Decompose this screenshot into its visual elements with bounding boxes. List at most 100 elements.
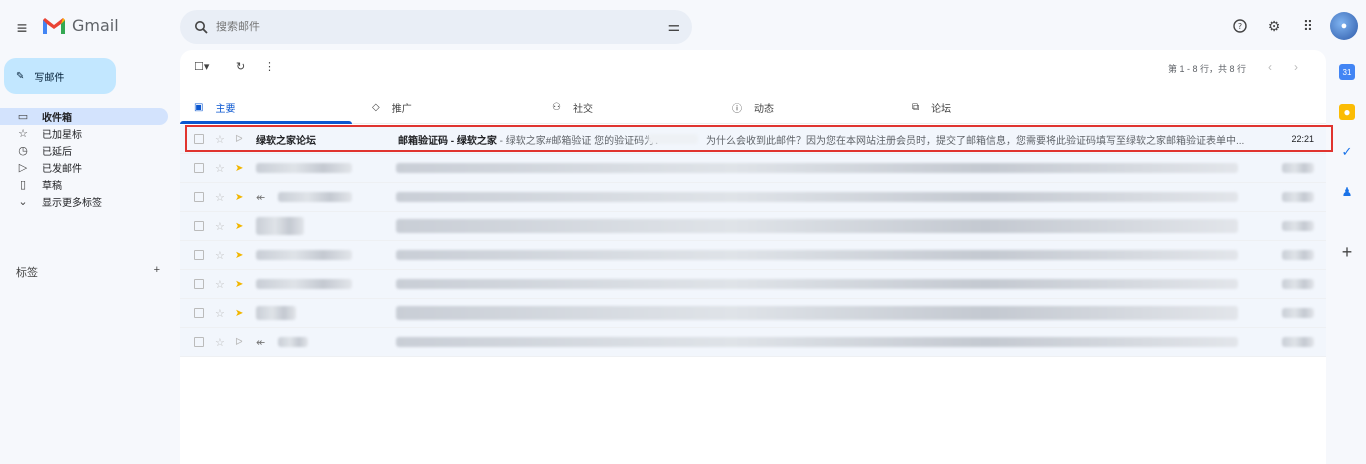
row-checkbox[interactable] <box>194 192 204 202</box>
email-time: 22:21 <box>1291 134 1314 144</box>
search-input[interactable] <box>216 21 646 33</box>
row-checkbox[interactable] <box>194 250 204 260</box>
importance-marker-icon[interactable]: ➤ <box>235 279 243 290</box>
prev-page-icon[interactable]: ‹ <box>1268 60 1272 74</box>
keep-icon[interactable]: ● <box>1339 104 1355 120</box>
tab-label: 动态 <box>754 103 774 115</box>
redacted-sender <box>256 279 352 289</box>
email-row[interactable]: ☆ ➤ <box>180 154 1326 183</box>
star-icon[interactable]: ☆ <box>215 278 225 291</box>
account-avatar[interactable]: ● <box>1330 12 1358 40</box>
row-checkbox[interactable] <box>194 308 204 318</box>
star-icon[interactable]: ☆ <box>215 307 225 320</box>
settings-gear-icon[interactable]: ⚙ <box>1262 14 1286 38</box>
email-subject: 邮箱验证码 - 绿软之家 <box>398 135 497 147</box>
row-checkbox[interactable] <box>194 279 204 289</box>
star-icon[interactable]: ☆ <box>215 220 225 233</box>
redacted-time <box>1282 279 1314 289</box>
star-icon[interactable]: ☆ <box>215 191 225 204</box>
chevron-down-icon: ⌄ <box>18 196 28 208</box>
email-row[interactable]: ☆ ➤ ↞ <box>180 183 1326 212</box>
row-checkbox[interactable] <box>194 134 204 144</box>
redacted-sender <box>256 250 352 260</box>
draft-icon: ▯ <box>19 179 27 191</box>
nav-item-sent[interactable]: ▷ 已发邮件 <box>0 159 168 176</box>
tab-label: 主要 <box>215 103 236 115</box>
tab-label: 社交 <box>572 103 593 115</box>
email-row[interactable]: ☆ ᐅ ↞ <box>180 328 1326 357</box>
pagination-text: 第 1 - 8 行，共 8 行 <box>1167 64 1246 74</box>
nav-item-inbox[interactable]: ▭ 收件箱 <box>0 108 168 125</box>
add-label-icon[interactable]: + <box>154 264 160 280</box>
nav-item-label: 已发邮件 <box>42 164 82 175</box>
main-menu-icon[interactable]: ≡ <box>12 18 32 38</box>
email-row[interactable]: ☆ ➤ <box>180 270 1326 299</box>
importance-marker-icon[interactable]: ➤ <box>235 250 243 261</box>
people-icon: ⚇ <box>552 101 561 113</box>
tab-updates[interactable]: ⓘ 动态 <box>732 90 774 124</box>
star-icon[interactable]: ☆ <box>215 162 225 175</box>
email-subject-line: 邮箱验证码 - 绿软之家 - 绿软之家#邮箱验证 您的验证码为： <box>398 132 664 147</box>
tab-primary[interactable]: ▣ 主要 <box>180 90 366 124</box>
labels-title: 标签 <box>16 267 38 279</box>
search-icon[interactable] <box>192 18 210 36</box>
forum-icon: ⧉ <box>912 101 920 113</box>
email-snippet-a: - 绿软之家#邮箱验证 您的验证码为： <box>496 135 665 147</box>
redacted-sender <box>278 192 352 202</box>
more-options-icon[interactable]: ⋮ <box>264 60 275 73</box>
importance-marker-icon[interactable]: ᐅ <box>235 134 243 145</box>
gmail-logo[interactable]: Gmail <box>42 16 119 35</box>
nav-item-label: 已延后 <box>42 147 72 158</box>
row-checkbox[interactable] <box>194 163 204 173</box>
star-icon: ☆ <box>18 128 28 140</box>
tab-forums[interactable]: ⧉ 论坛 <box>912 90 951 124</box>
reply-icon: ↞ <box>256 336 266 349</box>
get-addons-icon[interactable]: + <box>1339 242 1355 262</box>
reply-icon: ↞ <box>256 191 266 204</box>
calendar-icon[interactable]: 31 <box>1339 64 1355 80</box>
importance-marker-icon[interactable]: ➤ <box>235 163 243 174</box>
importance-marker-icon[interactable]: ᐅ <box>235 337 243 348</box>
email-row[interactable]: ☆ ᐅ 绿软之家论坛 邮箱验证码 - 绿软之家 - 绿软之家#邮箱验证 您的验证… <box>180 125 1333 154</box>
email-row[interactable]: ☆ ➤ <box>180 212 1326 241</box>
redacted-time <box>1282 192 1314 202</box>
redacted-sender <box>256 217 304 235</box>
redacted-content <box>396 163 1238 173</box>
email-list: ☆ ᐅ 绿软之家论坛 邮箱验证码 - 绿软之家 - 绿软之家#邮箱验证 您的验证… <box>180 125 1333 357</box>
tab-social[interactable]: ⚇ 社交 <box>552 90 593 124</box>
row-checkbox[interactable] <box>194 221 204 231</box>
search-bar[interactable]: ⚌ <box>180 10 692 44</box>
importance-marker-icon[interactable]: ➤ <box>235 308 243 319</box>
nav-item-drafts[interactable]: ▯ 草稿 <box>0 176 168 193</box>
redacted-time <box>1282 250 1314 260</box>
redacted-time <box>1282 308 1314 318</box>
next-page-icon[interactable]: › <box>1294 60 1298 74</box>
star-icon[interactable]: ☆ <box>215 336 225 349</box>
importance-marker-icon[interactable]: ➤ <box>235 221 243 232</box>
nav-item-snoozed[interactable]: ◷ 已延后 <box>0 142 168 159</box>
search-options-icon[interactable]: ⚌ <box>667 18 680 35</box>
side-panel: 31 ● ✓ ♟ + <box>1330 56 1366 464</box>
help-icon[interactable]: ? <box>1228 14 1252 38</box>
nav-item-starred[interactable]: ☆ 已加星标 <box>0 125 168 142</box>
category-tabs: ▣ 主要 ◇ 推广 ⚇ 社交 ⓘ 动态 ⧉ 论坛 <box>180 90 1326 124</box>
importance-marker-icon[interactable]: ➤ <box>235 192 243 203</box>
star-icon[interactable]: ☆ <box>215 133 225 146</box>
tasks-icon[interactable]: ✓ <box>1339 144 1355 160</box>
refresh-icon[interactable]: ↻ <box>236 60 245 73</box>
email-sender: 绿软之家论坛 <box>256 135 316 147</box>
email-row[interactable]: ☆ ➤ <box>180 241 1326 270</box>
tab-promotions[interactable]: ◇ 推广 <box>372 90 412 124</box>
contacts-icon[interactable]: ♟ <box>1339 184 1355 200</box>
redacted-sender <box>256 163 352 173</box>
row-checkbox[interactable] <box>194 337 204 347</box>
compose-button[interactable]: ✎ 写邮件 <box>4 58 116 94</box>
select-all-checkbox[interactable]: ☐▾ <box>194 60 209 73</box>
top-right-actions: ? ⚙ ⠿ ● <box>1228 12 1358 40</box>
clock-icon: ◷ <box>18 145 28 157</box>
apps-grid-icon[interactable]: ⠿ <box>1296 14 1320 38</box>
email-row[interactable]: ☆ ➤ <box>180 299 1326 328</box>
nav-item-more[interactable]: ⌄ 显示更多标签 <box>0 193 168 210</box>
redacted-code <box>648 134 698 144</box>
star-icon[interactable]: ☆ <box>215 249 225 262</box>
